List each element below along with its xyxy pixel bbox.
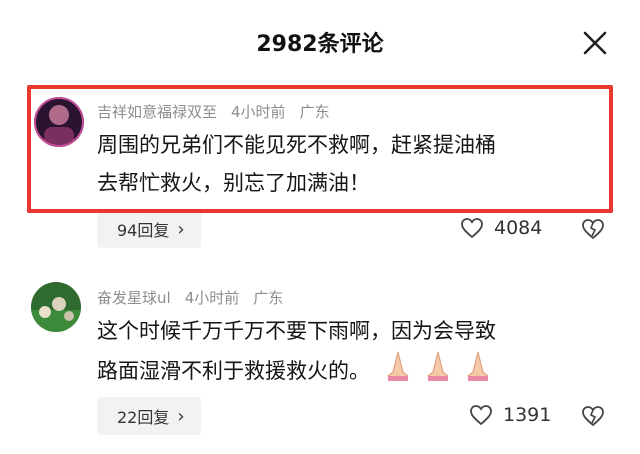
replies-label: 22回复 bbox=[117, 408, 170, 427]
like-button[interactable]: 4084 bbox=[460, 217, 542, 239]
heart-icon bbox=[461, 218, 483, 239]
like-count: 1391 bbox=[503, 404, 552, 426]
comment-text: 这个时候千万千万不要下雨啊，因为会导致 路面湿滑不利于救援救火的。 bbox=[97, 312, 498, 394]
replies-button[interactable]: 22回复 › bbox=[97, 397, 201, 435]
comment-line: 这个时候千万千万不要下雨啊，因为会导致 bbox=[97, 319, 496, 343]
highlight-box bbox=[27, 85, 613, 213]
like-button[interactable]: 1391 bbox=[469, 404, 551, 426]
chevron-right-icon: › bbox=[177, 218, 185, 240]
comment-meta: 奋发星球ul 4小时前 广东 bbox=[97, 287, 297, 308]
folded-hands-icon bbox=[380, 350, 498, 394]
comment-count-title: 2982条评论 bbox=[256, 32, 384, 57]
heart-icon bbox=[470, 405, 492, 426]
dislike-icon[interactable] bbox=[581, 405, 605, 427]
username[interactable]: 奋发星球ul bbox=[97, 289, 171, 307]
comments-header: 2982条评论 bbox=[0, 0, 640, 80]
replies-label: 94回复 bbox=[117, 221, 170, 240]
like-count: 4084 bbox=[494, 217, 543, 239]
avatar[interactable] bbox=[31, 282, 81, 332]
close-icon[interactable] bbox=[582, 30, 608, 56]
comment-line: 路面湿滑不利于救援救火的。 bbox=[97, 359, 370, 383]
replies-button[interactable]: 94回复 › bbox=[97, 210, 201, 248]
chevron-right-icon: › bbox=[177, 405, 185, 427]
comment-line-with-emoji: 路面湿滑不利于救援救火的。 bbox=[97, 350, 498, 394]
comment-time: 4小时前 bbox=[184, 289, 240, 307]
comment-location: 广东 bbox=[253, 289, 284, 307]
dislike-icon[interactable] bbox=[581, 218, 605, 240]
